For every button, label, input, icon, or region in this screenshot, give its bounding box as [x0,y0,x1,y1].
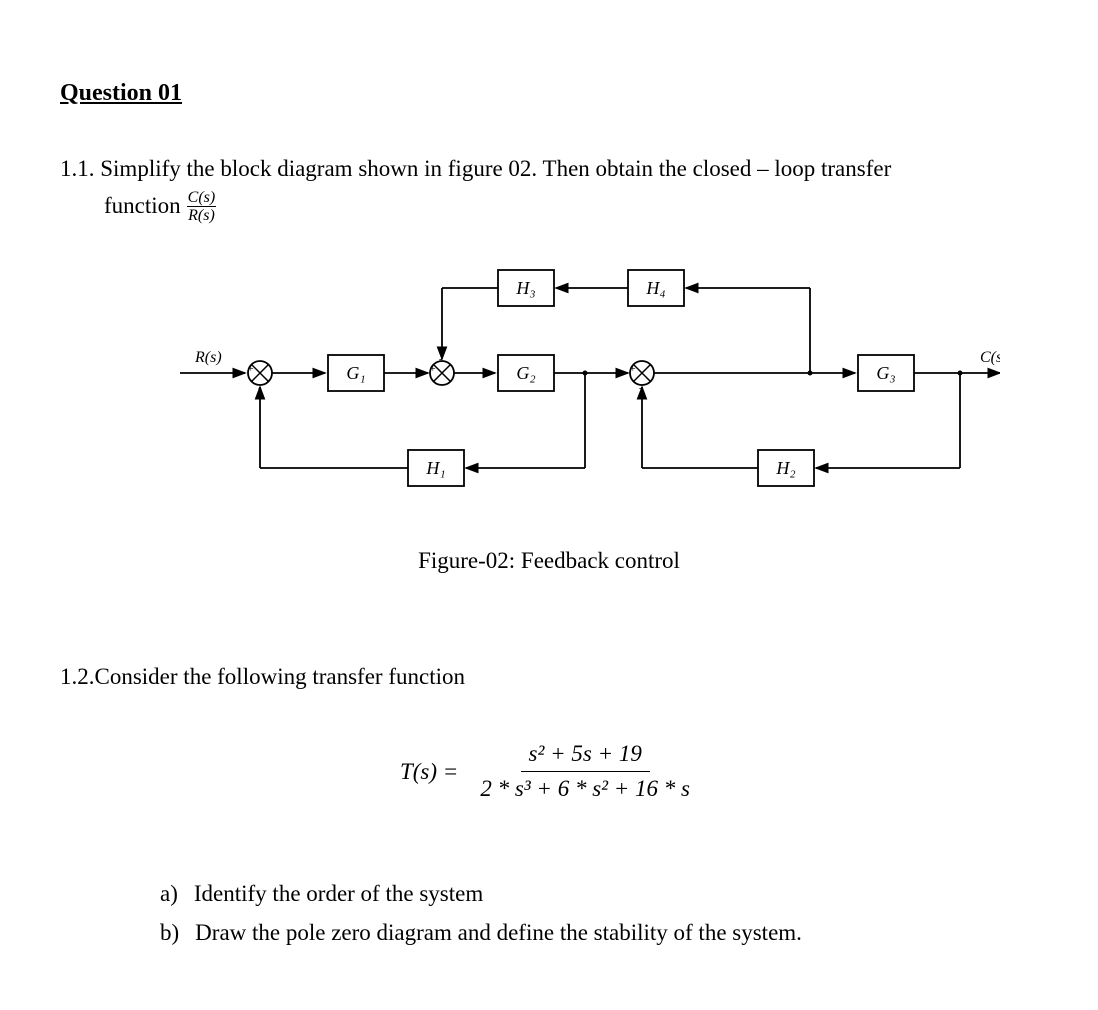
part-a-marker: a) [160,874,178,913]
svg-text:+: + [248,364,254,375]
document-page: Question 01 1.1. Simplify the block diag… [0,0,1098,1010]
frac-den: R(s) [187,207,216,225]
part-a: a) Identify the order of the system [160,874,1038,913]
q11-number: 1.1. [60,156,95,181]
block-g1: G₁ [328,355,384,391]
svg-text:H₁: H₁ [425,458,445,478]
question-title: Question 01 [60,80,1038,107]
svg-text:H₂: H₂ [775,458,795,478]
frac-num: C(s) [187,189,217,208]
part-a-text: Identify the order of the system [194,874,483,913]
tf-lhs: T(s) = [400,759,458,785]
q12-intro: 1.2.Consider the following transfer func… [60,664,1038,690]
q11-function-line: function C(s) R(s) [60,189,1038,225]
svg-text:+: + [630,364,636,375]
tf-den: 2 * s³ + 6 * s² + 16 * s [472,772,698,804]
block-g3: G₃ [858,355,914,391]
transfer-function-equation: T(s) = s² + 5s + 19 2 * s³ + 6 * s² + 16… [60,740,1038,805]
block-h3: H₃ [498,270,554,306]
output-label: C(s) [980,349,1000,366]
cs-over-rs: C(s) R(s) [187,189,217,225]
part-b: b) Draw the pole zero diagram and define… [160,913,1038,952]
svg-text:G₃: G₃ [876,363,895,383]
part-b-marker: b) [160,913,179,952]
svg-text:+: + [430,364,436,375]
q11-func-word: function [104,189,181,224]
subparts: a) Identify the order of the system b) D… [60,874,1038,952]
part-b-text: Draw the pole zero diagram and define th… [195,913,802,952]
block-h2: H₂ [758,450,814,486]
block-diagram-figure: R(s) + - G₁ + [60,253,1038,574]
tf-fraction: s² + 5s + 19 2 * s³ + 6 * s² + 16 * s [472,740,698,805]
svg-text:H₄: H₄ [645,278,665,298]
figure-caption: Figure-02: Feedback control [60,548,1038,574]
block-h4: H₄ [628,270,684,306]
svg-text:H₃: H₃ [515,278,535,298]
svg-text:G₁: G₁ [346,363,365,383]
block-g2: G₂ [498,355,554,391]
q11-line1: Simplify the block diagram shown in figu… [100,156,891,181]
q11-text: 1.1. Simplify the block diagram shown in… [60,152,1038,187]
svg-text:G₂: G₂ [516,363,535,383]
input-label: R(s) [194,349,222,366]
tf-num: s² + 5s + 19 [521,740,650,773]
block-diagram-svg: R(s) + - G₁ + [130,253,1000,513]
block-h1: H₁ [408,450,464,486]
